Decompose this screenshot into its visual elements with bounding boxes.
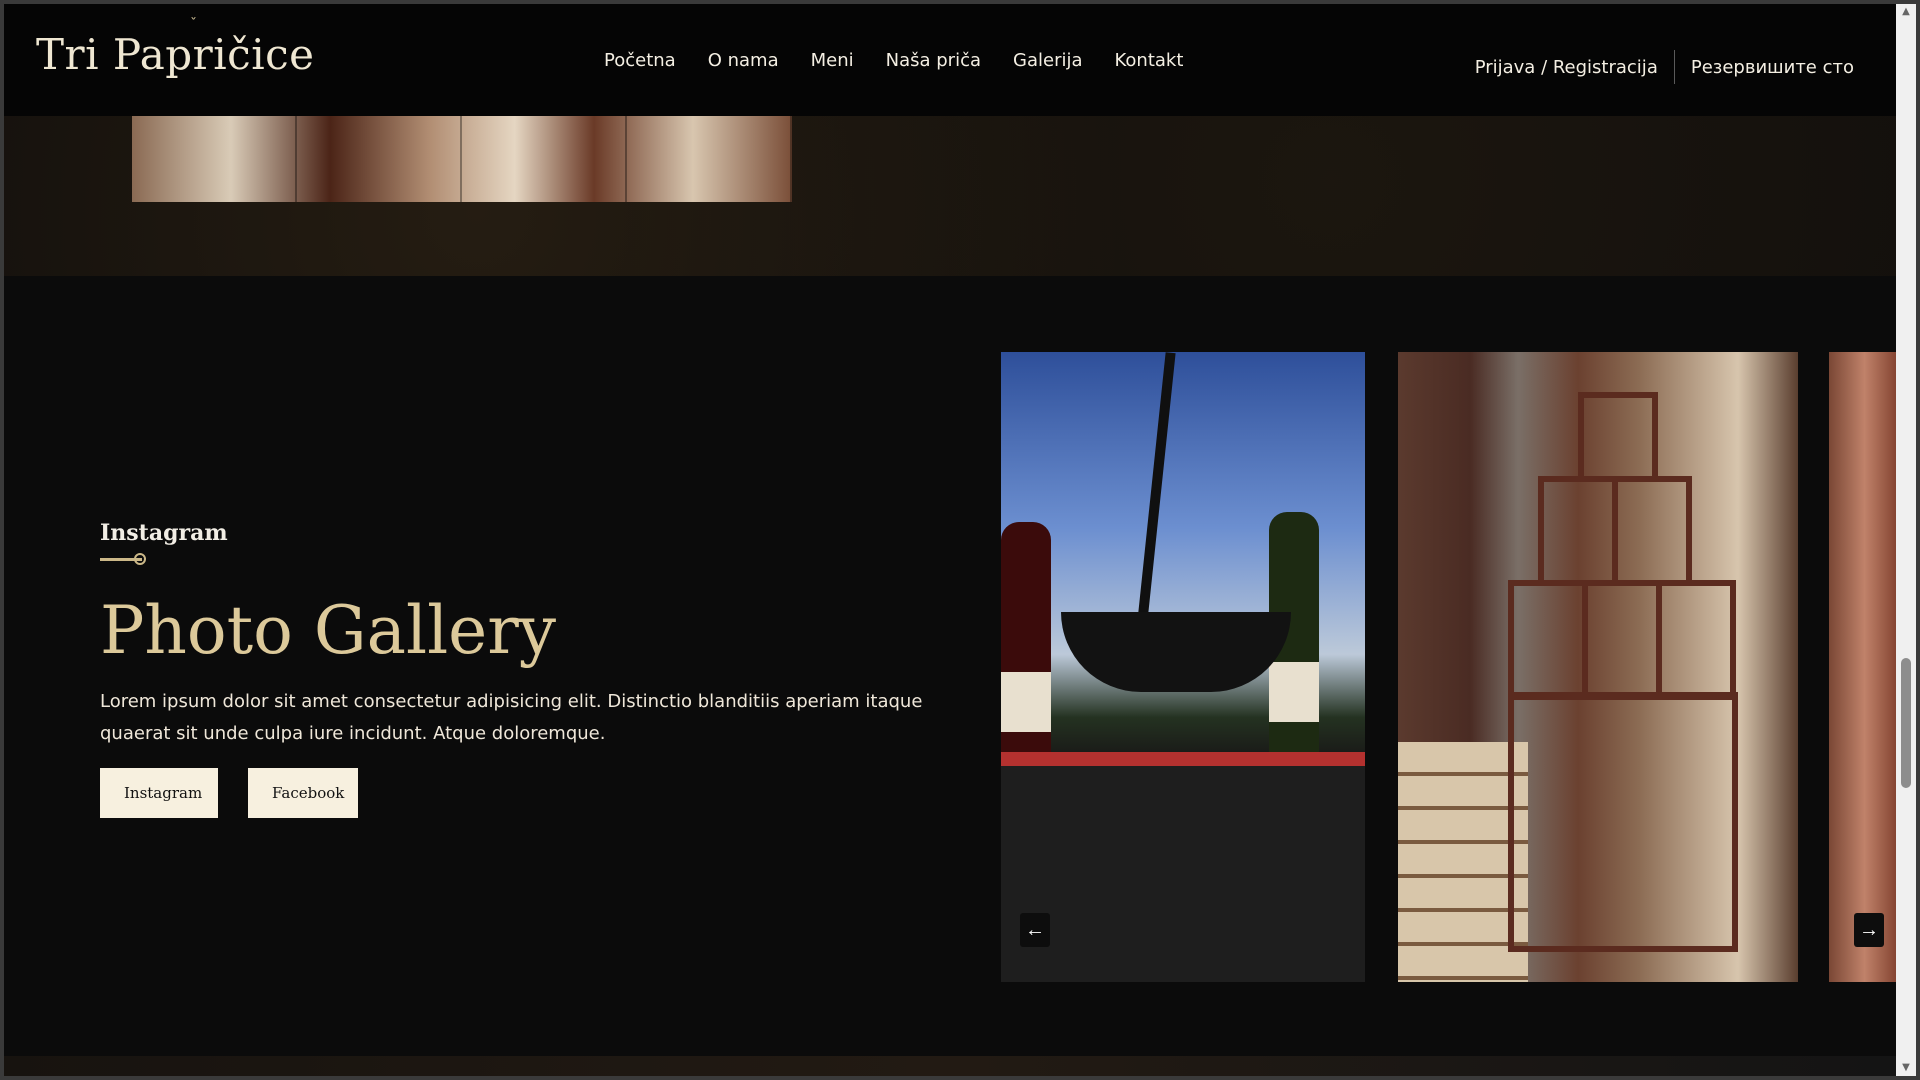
gallery-photo-cauldron[interactable] xyxy=(1001,352,1365,982)
banner-strip xyxy=(4,116,1900,276)
gallery-description: Lorem ipsum dolor sit amet consectetur a… xyxy=(100,691,923,744)
firewood-image-3 xyxy=(462,116,627,202)
logo-text: Tri Papričice xyxy=(36,30,315,79)
photo-gallery-section: Instagram Photo Gallery Lorem ipsum dolo… xyxy=(4,276,1900,1056)
next-section-preview xyxy=(4,1056,1900,1076)
bottle-label xyxy=(1269,662,1319,722)
shelf-box xyxy=(1508,580,1588,700)
page-scrollbar[interactable]: ▲ ▼ xyxy=(1896,4,1916,1076)
barrel-table xyxy=(1001,752,1365,982)
header-divider xyxy=(1673,50,1675,84)
facebook-button[interactable]: Facebook xyxy=(248,768,358,818)
firewood-image-1 xyxy=(132,116,297,202)
main-navigation: Početna O nama Meni Naša priča Galerija … xyxy=(604,50,1183,71)
nav-about[interactable]: O nama xyxy=(708,50,779,71)
wine-shelf-grid xyxy=(1508,392,1738,952)
gallery-title: Photo Gallery xyxy=(100,592,557,669)
shelf-box xyxy=(1538,476,1618,586)
gallery-photo-partial[interactable] xyxy=(1829,352,1900,982)
instagram-button[interactable]: Instagram xyxy=(100,768,218,818)
hanging-rod xyxy=(1136,352,1176,632)
shelf-box xyxy=(1578,392,1658,482)
firewood-photo-strip xyxy=(132,116,792,202)
logo-pepper-icon: ˇ xyxy=(190,16,198,32)
nav-home[interactable]: Početna xyxy=(604,50,676,71)
shelf-box xyxy=(1582,580,1662,700)
scroll-up-icon[interactable]: ▲ xyxy=(1896,4,1916,20)
nav-menu[interactable]: Meni xyxy=(811,50,854,71)
header-actions: Prijava / Registracija Резервишите сто xyxy=(1475,50,1854,84)
shelf-box xyxy=(1612,476,1692,586)
eyebrow-decoration-dot xyxy=(134,553,146,565)
nav-gallery[interactable]: Galerija xyxy=(1013,50,1083,71)
gallery-photo-wine-shelves[interactable] xyxy=(1398,352,1798,982)
scrollbar-thumb[interactable] xyxy=(1901,658,1911,788)
reserve-table-link[interactable]: Резервишите сто xyxy=(1691,57,1854,78)
gallery-eyebrow: Instagram xyxy=(100,520,228,546)
shelf-cabinet xyxy=(1508,692,1738,952)
gallery-prev-arrow-icon[interactable]: ← xyxy=(1020,913,1050,947)
shelf-box xyxy=(1656,580,1736,700)
nav-story[interactable]: Naša priča xyxy=(886,50,981,71)
site-logo[interactable]: Tri Papričice ˇ xyxy=(36,16,315,79)
firewood-image-2 xyxy=(297,116,462,202)
gallery-next-arrow-icon[interactable]: → xyxy=(1854,913,1884,947)
cauldron xyxy=(1061,612,1291,692)
bottle-label xyxy=(1001,672,1051,732)
scroll-down-icon[interactable]: ▼ xyxy=(1896,1060,1916,1076)
nav-contact[interactable]: Kontakt xyxy=(1115,50,1184,71)
firewood-image-4 xyxy=(627,116,792,202)
login-register-link[interactable]: Prijava / Registracija xyxy=(1475,57,1658,78)
site-header: Tri Papričice ˇ Početna O nama Meni Naša… xyxy=(4,4,1900,116)
